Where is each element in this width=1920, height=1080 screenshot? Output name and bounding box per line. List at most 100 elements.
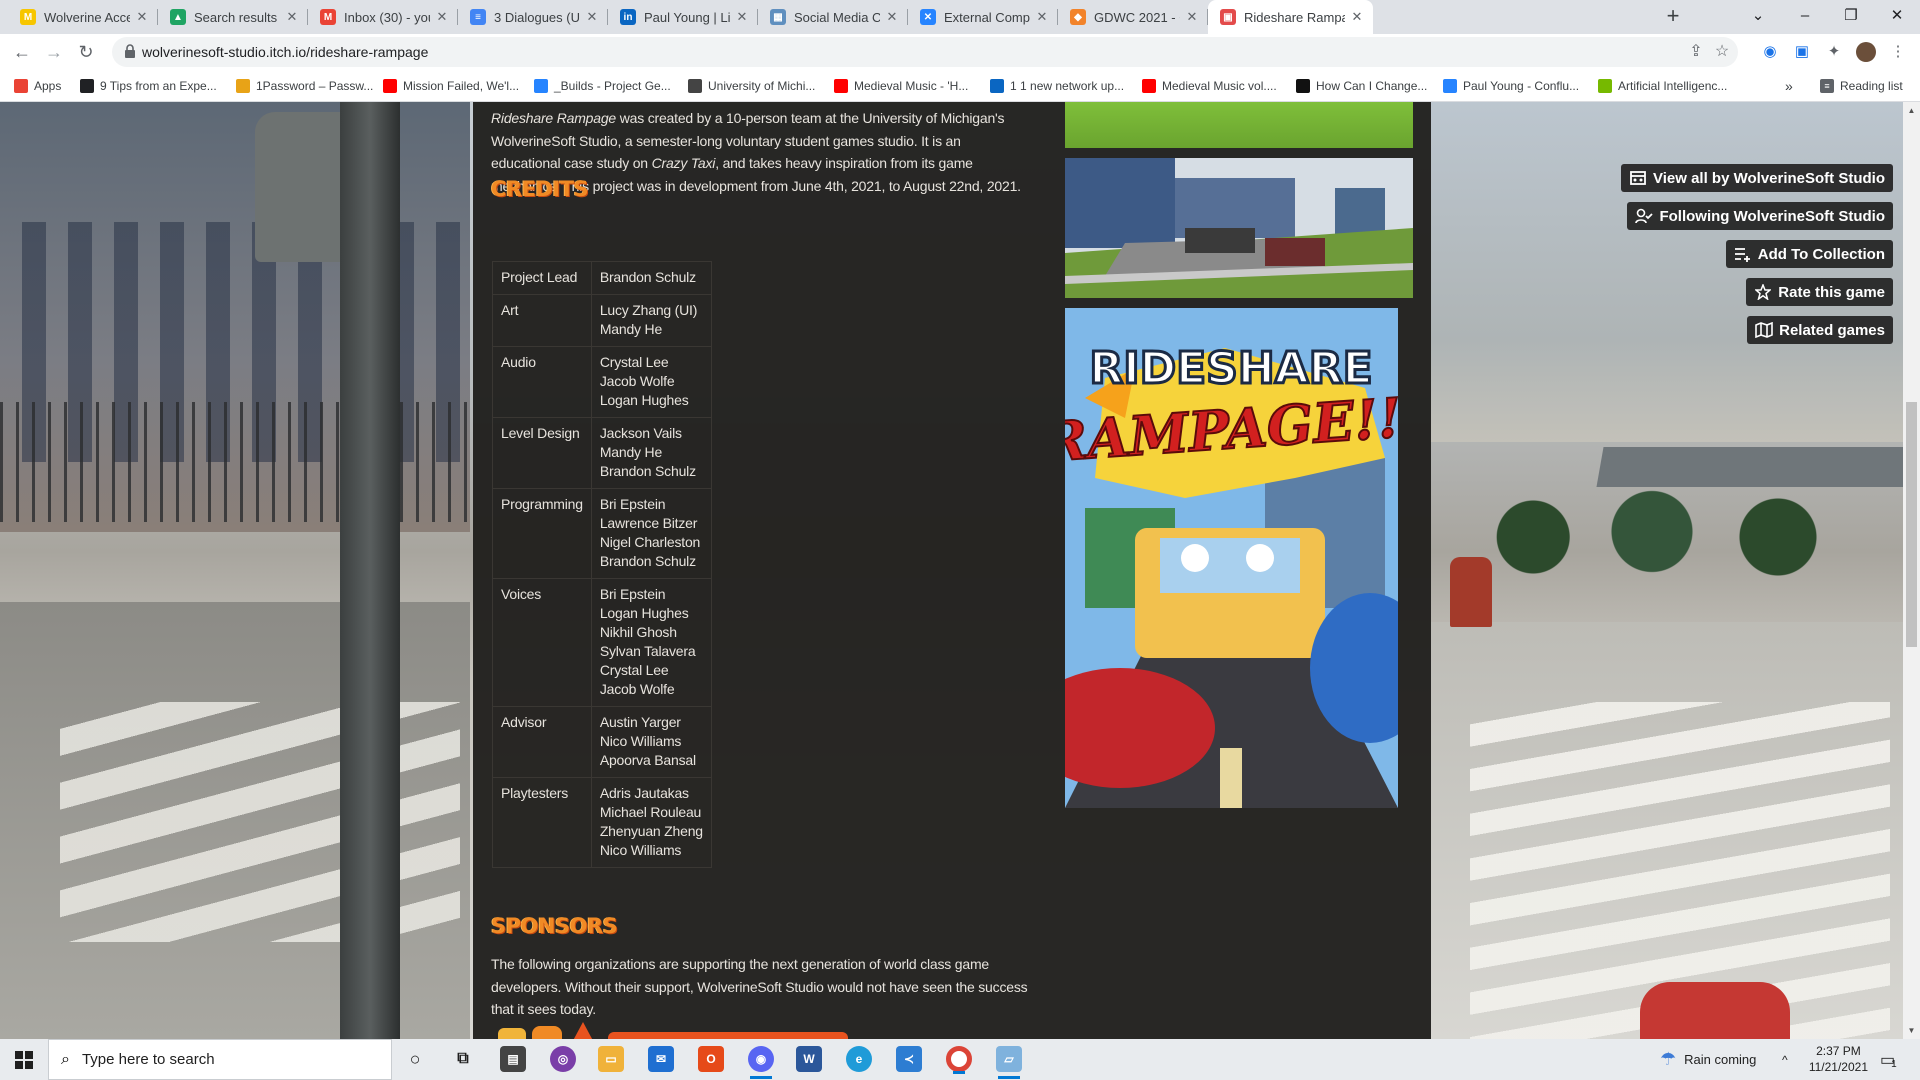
minimize-button[interactable]: –	[1782, 0, 1828, 34]
credit-name: Nigel Charleston	[599, 534, 701, 550]
menu-icon[interactable]: ⋮	[1888, 42, 1908, 62]
tab-close-icon[interactable]: ✕	[1034, 9, 1050, 25]
tab-close-icon[interactable]: ✕	[134, 9, 150, 25]
user-check-icon	[1635, 207, 1654, 225]
tab-4[interactable]: in Paul Young | LinkedIn✕	[608, 0, 758, 34]
scrollbar-thumb[interactable]	[1906, 402, 1917, 647]
tab-close-icon[interactable]: ✕	[1184, 9, 1200, 25]
tab-7[interactable]: ◆ GDWC 2021 - Game D✕	[1058, 0, 1208, 34]
credit-name: Brandon Schulz	[599, 463, 696, 479]
map-action-button[interactable]: Related games	[1747, 316, 1893, 344]
tab-close-icon[interactable]: ✕	[584, 9, 600, 25]
add-list-icon	[1734, 245, 1752, 263]
bookmark-item[interactable]: _Builds - Project Ge...	[534, 77, 671, 95]
bookmark-item[interactable]: 1 1 new network up...	[990, 77, 1124, 95]
bookmarks-bar: Apps 9 Tips from an Expe... 1Password – Pa…	[0, 70, 1920, 102]
bookmark-item[interactable]: Medieval Music vol....	[1142, 77, 1277, 95]
scroll-up-icon[interactable]: ▲	[1903, 102, 1920, 119]
bookmark-item[interactable]: 9 Tips from an Expe...	[80, 77, 217, 95]
tab-close-icon[interactable]: ✕	[284, 9, 300, 25]
tab-close-icon[interactable]: ✕	[734, 9, 750, 25]
scroll-down-icon[interactable]: ▼	[1903, 1022, 1920, 1039]
bookmark-star-icon[interactable]: ☆	[1712, 42, 1732, 62]
cover-art[interactable]: RIDESHARE RAMPAGE!!!	[1065, 308, 1398, 808]
vscode-icon[interactable]: ≺	[896, 1046, 922, 1072]
screen-capture-icon[interactable]: ▣	[1792, 42, 1812, 62]
credit-name: Lawrence Bitzer	[599, 515, 698, 531]
address-bar[interactable]: wolverinesoft-studio.itch.io/rideshare-r…	[112, 37, 1738, 67]
reading-list-button[interactable]: ≡ Reading list	[1820, 77, 1903, 95]
tray-overflow-icon[interactable]: ^	[1782, 1039, 1788, 1080]
credit-role: Audio	[492, 346, 592, 418]
puzzle-icon[interactable]: ✦	[1824, 42, 1844, 62]
edge-icon[interactable]: e	[846, 1046, 872, 1072]
credit-name: Mandy He	[599, 321, 663, 337]
mail-icon[interactable]: ✉	[648, 1046, 674, 1072]
add-list-action-button[interactable]: Add To Collection	[1725, 240, 1893, 268]
close-window-button[interactable]: ✕	[1874, 0, 1920, 34]
tab-0[interactable]: M Wolverine Access - Fin✕	[8, 0, 158, 34]
bookmark-item[interactable]: Paul Young - Conflu...	[1443, 77, 1579, 95]
clock[interactable]: 2:37 PM 11/21/2021	[1809, 1043, 1868, 1075]
word-icon[interactable]: W	[796, 1046, 822, 1072]
bookmark-label: 1Password – Passw...	[256, 79, 374, 93]
weather-widget[interactable]: ☂ Rain coming	[1660, 1039, 1756, 1080]
taskbar-search[interactable]: ⌕ Type here to search	[48, 1039, 392, 1080]
grid-icon	[1629, 169, 1647, 187]
tab-close-icon[interactable]: ✕	[434, 9, 450, 25]
app-icon-window[interactable]: ▱	[996, 1046, 1022, 1079]
bookmark-item[interactable]: University of Michi...	[688, 77, 815, 95]
office-icon[interactable]: O	[698, 1046, 724, 1072]
url-text[interactable]: wolverinesoft-studio.itch.io/rideshare-r…	[142, 44, 428, 60]
bookmark-favicon-icon	[80, 79, 94, 93]
sponsor-logo[interactable]	[498, 1020, 858, 1039]
app-icon-purple[interactable]: ◎	[550, 1046, 576, 1072]
credit-name: Austin Yarger	[599, 714, 681, 730]
notification-center[interactable]: ▭ 1	[1880, 1039, 1897, 1080]
more-bookmarks-button[interactable]: »	[1785, 77, 1793, 95]
star-action-button[interactable]: Rate this game	[1746, 278, 1893, 306]
start-button[interactable]	[0, 1039, 48, 1080]
tab-search-icon[interactable]: ⌄	[1735, 0, 1781, 34]
map-icon	[1755, 321, 1773, 339]
store-icon[interactable]: ▤	[500, 1046, 526, 1072]
screenshot-2[interactable]	[1065, 158, 1413, 298]
page-scrollbar[interactable]: ▲ ▼	[1903, 102, 1920, 1039]
chrome-icon[interactable]	[946, 1046, 972, 1074]
bookmark-label: Medieval Music vol....	[1162, 79, 1277, 93]
tab-1[interactable]: ▲ Search results - Googl✕	[158, 0, 308, 34]
extension-icon[interactable]: ◉	[1760, 42, 1780, 62]
background-stop-sign	[1640, 982, 1790, 1039]
clock-date: 11/21/2021	[1808, 1060, 1868, 1074]
share-icon[interactable]: ⇪	[1686, 42, 1706, 62]
back-icon[interactable]: ←	[10, 40, 34, 64]
tab-3[interactable]: ≡ 3 Dialogues (Updated✕	[458, 0, 608, 34]
bookmark-item[interactable]: 1Password – Passw...	[236, 77, 373, 95]
tab-5[interactable]: ▦ Social Media Calendar✕	[758, 0, 908, 34]
file-explorer-icon[interactable]: ▭	[598, 1046, 624, 1072]
reload-icon[interactable]: ↻	[74, 40, 98, 64]
user-check-action-button[interactable]: Following WolverineSoft Studio	[1627, 202, 1893, 230]
tab-close-icon[interactable]: ✕	[884, 9, 900, 25]
forward-icon[interactable]: →	[42, 40, 66, 64]
windows-taskbar: ⌕ Type here to search ○ ⧉ ▤ ◎ ▭ ✉ O ◉ W …	[0, 1039, 1920, 1080]
cortana-icon[interactable]: ○	[402, 1046, 428, 1072]
discord-icon[interactable]: ◉	[748, 1046, 774, 1079]
new-tab-button[interactable]: +	[1660, 4, 1686, 30]
bookmark-item[interactable]: Artificial Intelligenc...	[1598, 77, 1727, 95]
grid-action-button[interactable]: View all by WolverineSoft Studio	[1621, 164, 1893, 192]
tab-6[interactable]: ✕External Competitions✕	[908, 0, 1058, 34]
maximize-button[interactable]: ❐	[1828, 0, 1874, 34]
tab-2[interactable]: M Inbox (30) - youngpau✕	[308, 0, 458, 34]
action-label: Following WolverineSoft Studio	[1659, 207, 1885, 225]
bookmark-item[interactable]: Mission Failed, We'l...	[383, 77, 519, 95]
tab-close-icon[interactable]: ✕	[1349, 9, 1365, 25]
profile-avatar[interactable]	[1856, 42, 1876, 62]
tab-8[interactable]: ▣ Rideshare Rampage b✕	[1208, 0, 1373, 34]
bookmark-item[interactable]: Medieval Music - 'H...	[834, 77, 968, 95]
task-view-icon[interactable]: ⧉	[450, 1046, 476, 1072]
bookmark-item[interactable]: How Can I Change...	[1296, 77, 1427, 95]
credit-name: Zhenyuan Zheng	[599, 823, 703, 839]
screenshot-1[interactable]	[1065, 102, 1413, 148]
bookmark-item[interactable]: Apps	[14, 77, 61, 95]
